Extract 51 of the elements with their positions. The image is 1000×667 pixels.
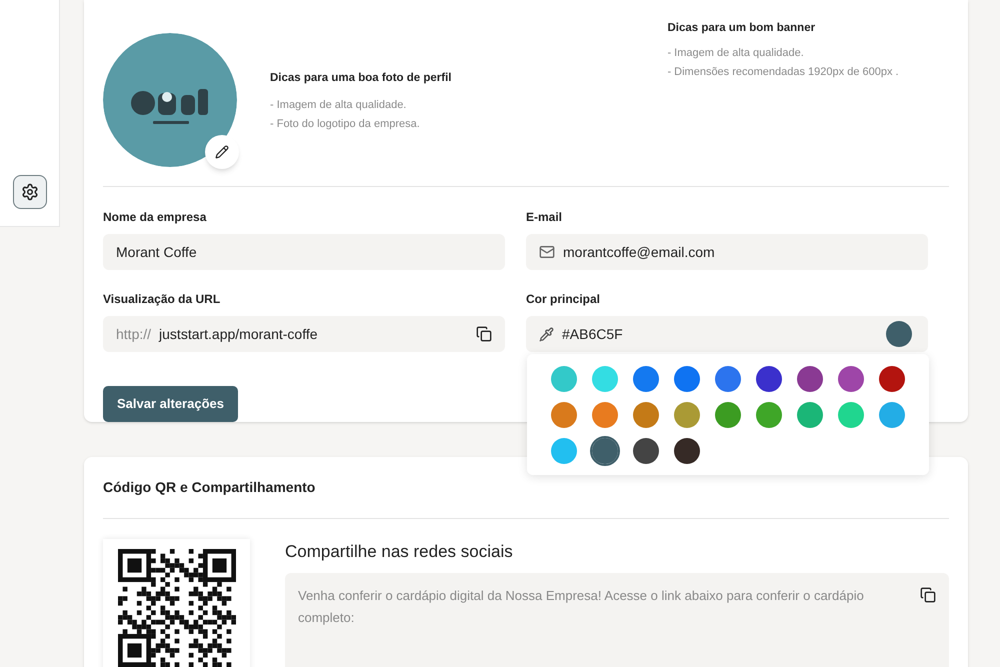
field-label: Visualização da URL xyxy=(103,291,222,308)
color-swatch[interactable] xyxy=(550,438,577,464)
email-field[interactable]: morantcoffe@email.com xyxy=(526,234,928,270)
copy-icon[interactable] xyxy=(920,586,936,602)
tips-title: Dicas para um bom banner xyxy=(667,21,816,36)
url-prefix: http:// xyxy=(116,324,152,344)
color-field[interactable]: #AB6C5F xyxy=(526,316,928,352)
save-button[interactable]: Salvar alterações xyxy=(103,386,238,422)
section-title: Código QR e Compartilhamento xyxy=(103,478,316,497)
color-swatch[interactable] xyxy=(756,366,782,392)
color-swatch[interactable] xyxy=(632,366,659,392)
settings-button[interactable] xyxy=(12,175,46,209)
url-value: juststart.app/morant-coffe xyxy=(159,324,319,344)
color-value: #AB6C5F xyxy=(562,324,624,344)
copy-icon[interactable] xyxy=(476,326,492,342)
color-swatch[interactable] xyxy=(674,402,700,428)
color-swatch[interactable] xyxy=(632,438,659,464)
field-label: Cor principal xyxy=(526,291,602,308)
color-swatch[interactable] xyxy=(756,402,782,428)
color-swatch[interactable] xyxy=(838,366,864,392)
color-swatch[interactable] xyxy=(714,366,741,392)
color-swatch[interactable] xyxy=(879,366,906,392)
color-swatch[interactable] xyxy=(632,402,659,428)
tip-text: - Dimensões recomendadas 1920px de 600px . xyxy=(667,64,900,80)
color-swatch[interactable] xyxy=(592,366,618,392)
color-swatch[interactable] xyxy=(592,438,618,464)
settings-icon xyxy=(20,183,38,201)
color-swatch[interactable] xyxy=(879,402,906,428)
company-name-field[interactable]: Morant Coffe xyxy=(103,234,505,270)
field-label: E-mail xyxy=(526,209,564,226)
color-swatch[interactable] xyxy=(797,366,824,392)
edit-photo-button[interactable] xyxy=(205,135,239,169)
share-title: Compartilhe nas redes sociais xyxy=(285,541,514,563)
tips-title: Dicas para uma boa foto de perfil xyxy=(270,71,452,86)
color-swatch[interactable] xyxy=(714,402,741,428)
tip-text: - Foto do logotipo da empresa. xyxy=(270,116,421,132)
share-message: Venha conferir o cardápio digital da Nossa Empresa! Acesse o link abaixo para conferir o cardápio completo: xyxy=(298,586,865,627)
color-swatch[interactable] xyxy=(592,402,618,428)
color-swatch[interactable] xyxy=(674,366,700,392)
tip-text: - Imagem de alta qualidade. xyxy=(270,98,408,114)
color-swatch[interactable] xyxy=(674,438,700,464)
color-swatch[interactable] xyxy=(550,366,577,392)
field-label: Nome da empresa xyxy=(103,209,208,226)
color-swatch[interactable] xyxy=(838,402,864,428)
mail-icon xyxy=(539,244,555,260)
color-swatch[interactable] xyxy=(550,402,577,428)
edit-icon xyxy=(215,145,229,159)
eyedropper-icon xyxy=(539,326,554,342)
email-value: morantcoffe@email.com xyxy=(563,242,715,262)
tip-text: - Imagem de alta qualidade. xyxy=(667,46,805,62)
color-swatch[interactable] xyxy=(797,402,824,428)
